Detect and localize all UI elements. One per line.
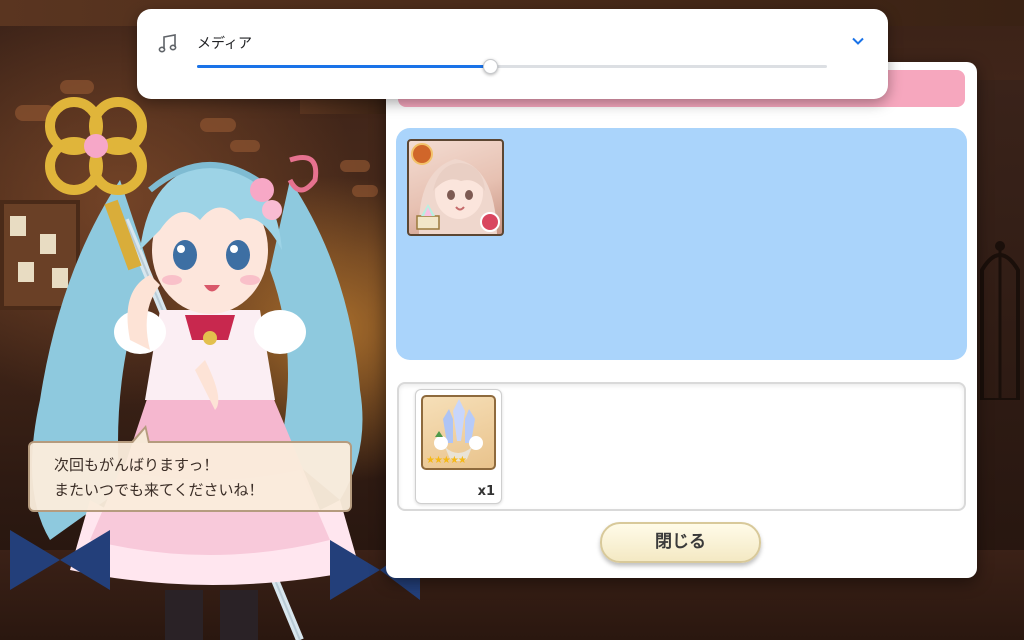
character-portrait[interactable] (407, 139, 504, 236)
quest-result-panel: ★★★★★ x1 閉じる (386, 62, 977, 578)
close-button[interactable]: 閉じる (600, 522, 761, 563)
rarity-stars: ★★★★★ (426, 455, 467, 466)
media-control-popup: メディア (137, 9, 888, 99)
crystal-box-icon (413, 202, 443, 230)
character-illustration (10, 97, 420, 640)
media-title: メディア (197, 36, 253, 52)
media-volume-slider[interactable] (197, 59, 827, 74)
party-area (396, 128, 967, 360)
dialogue-line-1: 次回もがんばりますっ！ (54, 456, 219, 474)
element-badge-icon (480, 212, 500, 232)
class-badge-icon (411, 143, 433, 165)
music-note-icon (158, 34, 177, 53)
media-volume-fill (197, 65, 490, 68)
reward-quantity: x1 (477, 484, 495, 499)
chevron-down-icon[interactable] (850, 33, 866, 49)
dialogue-line-2: またいつでも来てくださいね！ (54, 481, 264, 499)
crystal-bouquet-icon: ★★★★★ (421, 395, 496, 470)
media-volume-thumb[interactable] (482, 59, 498, 74)
speech-bubble: 次回もがんばりますっ！ またいつでも来てくださいね！ (28, 441, 352, 512)
reward-area: ★★★★★ x1 (397, 382, 966, 511)
reward-item-card[interactable]: ★★★★★ x1 (415, 389, 502, 504)
